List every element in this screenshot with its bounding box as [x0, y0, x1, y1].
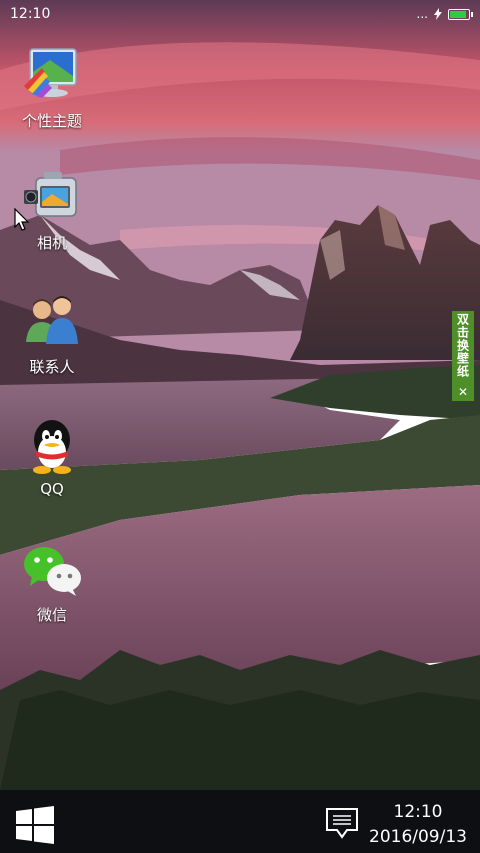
notification-icon[interactable]: [325, 806, 359, 840]
app-qq[interactable]: QQ: [0, 416, 104, 498]
mouse-cursor-icon: [14, 208, 30, 231]
app-contacts[interactable]: 联系人: [0, 292, 104, 377]
app-label: QQ: [40, 480, 64, 498]
windows-start-icon[interactable]: [16, 806, 54, 844]
charging-icon: [434, 8, 442, 20]
app-wechat[interactable]: 微信: [0, 540, 104, 625]
status-bar: 12:10 ...: [0, 0, 480, 28]
taskbar: 12:10 2016/09/13: [0, 790, 480, 853]
taskbar-clock[interactable]: 12:10 2016/09/13: [368, 800, 468, 850]
change-wallpaper-label: 双击换壁纸: [455, 313, 470, 378]
app-label: 相机: [36, 234, 67, 252]
camera-icon: [24, 172, 77, 217]
status-time: 12:10: [10, 6, 51, 22]
app-label: 联系人: [29, 358, 75, 376]
app-label: 个性主题: [21, 112, 82, 130]
status-dots: ...: [416, 7, 428, 21]
status-icons: ...: [416, 7, 473, 21]
battery-level: [450, 10, 466, 18]
app-theme[interactable]: 个性主题: [0, 46, 104, 131]
wechat-icon: [24, 547, 81, 596]
battery-icon: [448, 8, 473, 20]
taskbar-date: 2016/09/13: [369, 827, 467, 847]
theme-icon: [24, 48, 77, 98]
close-icon[interactable]: ✕: [458, 385, 468, 399]
change-wallpaper-tab[interactable]: 双击换壁纸 ✕: [452, 311, 474, 401]
contacts-icon: [26, 296, 78, 344]
qq-icon: [33, 420, 71, 474]
app-label: 微信: [36, 606, 67, 624]
taskbar-time: 12:10: [393, 802, 443, 822]
